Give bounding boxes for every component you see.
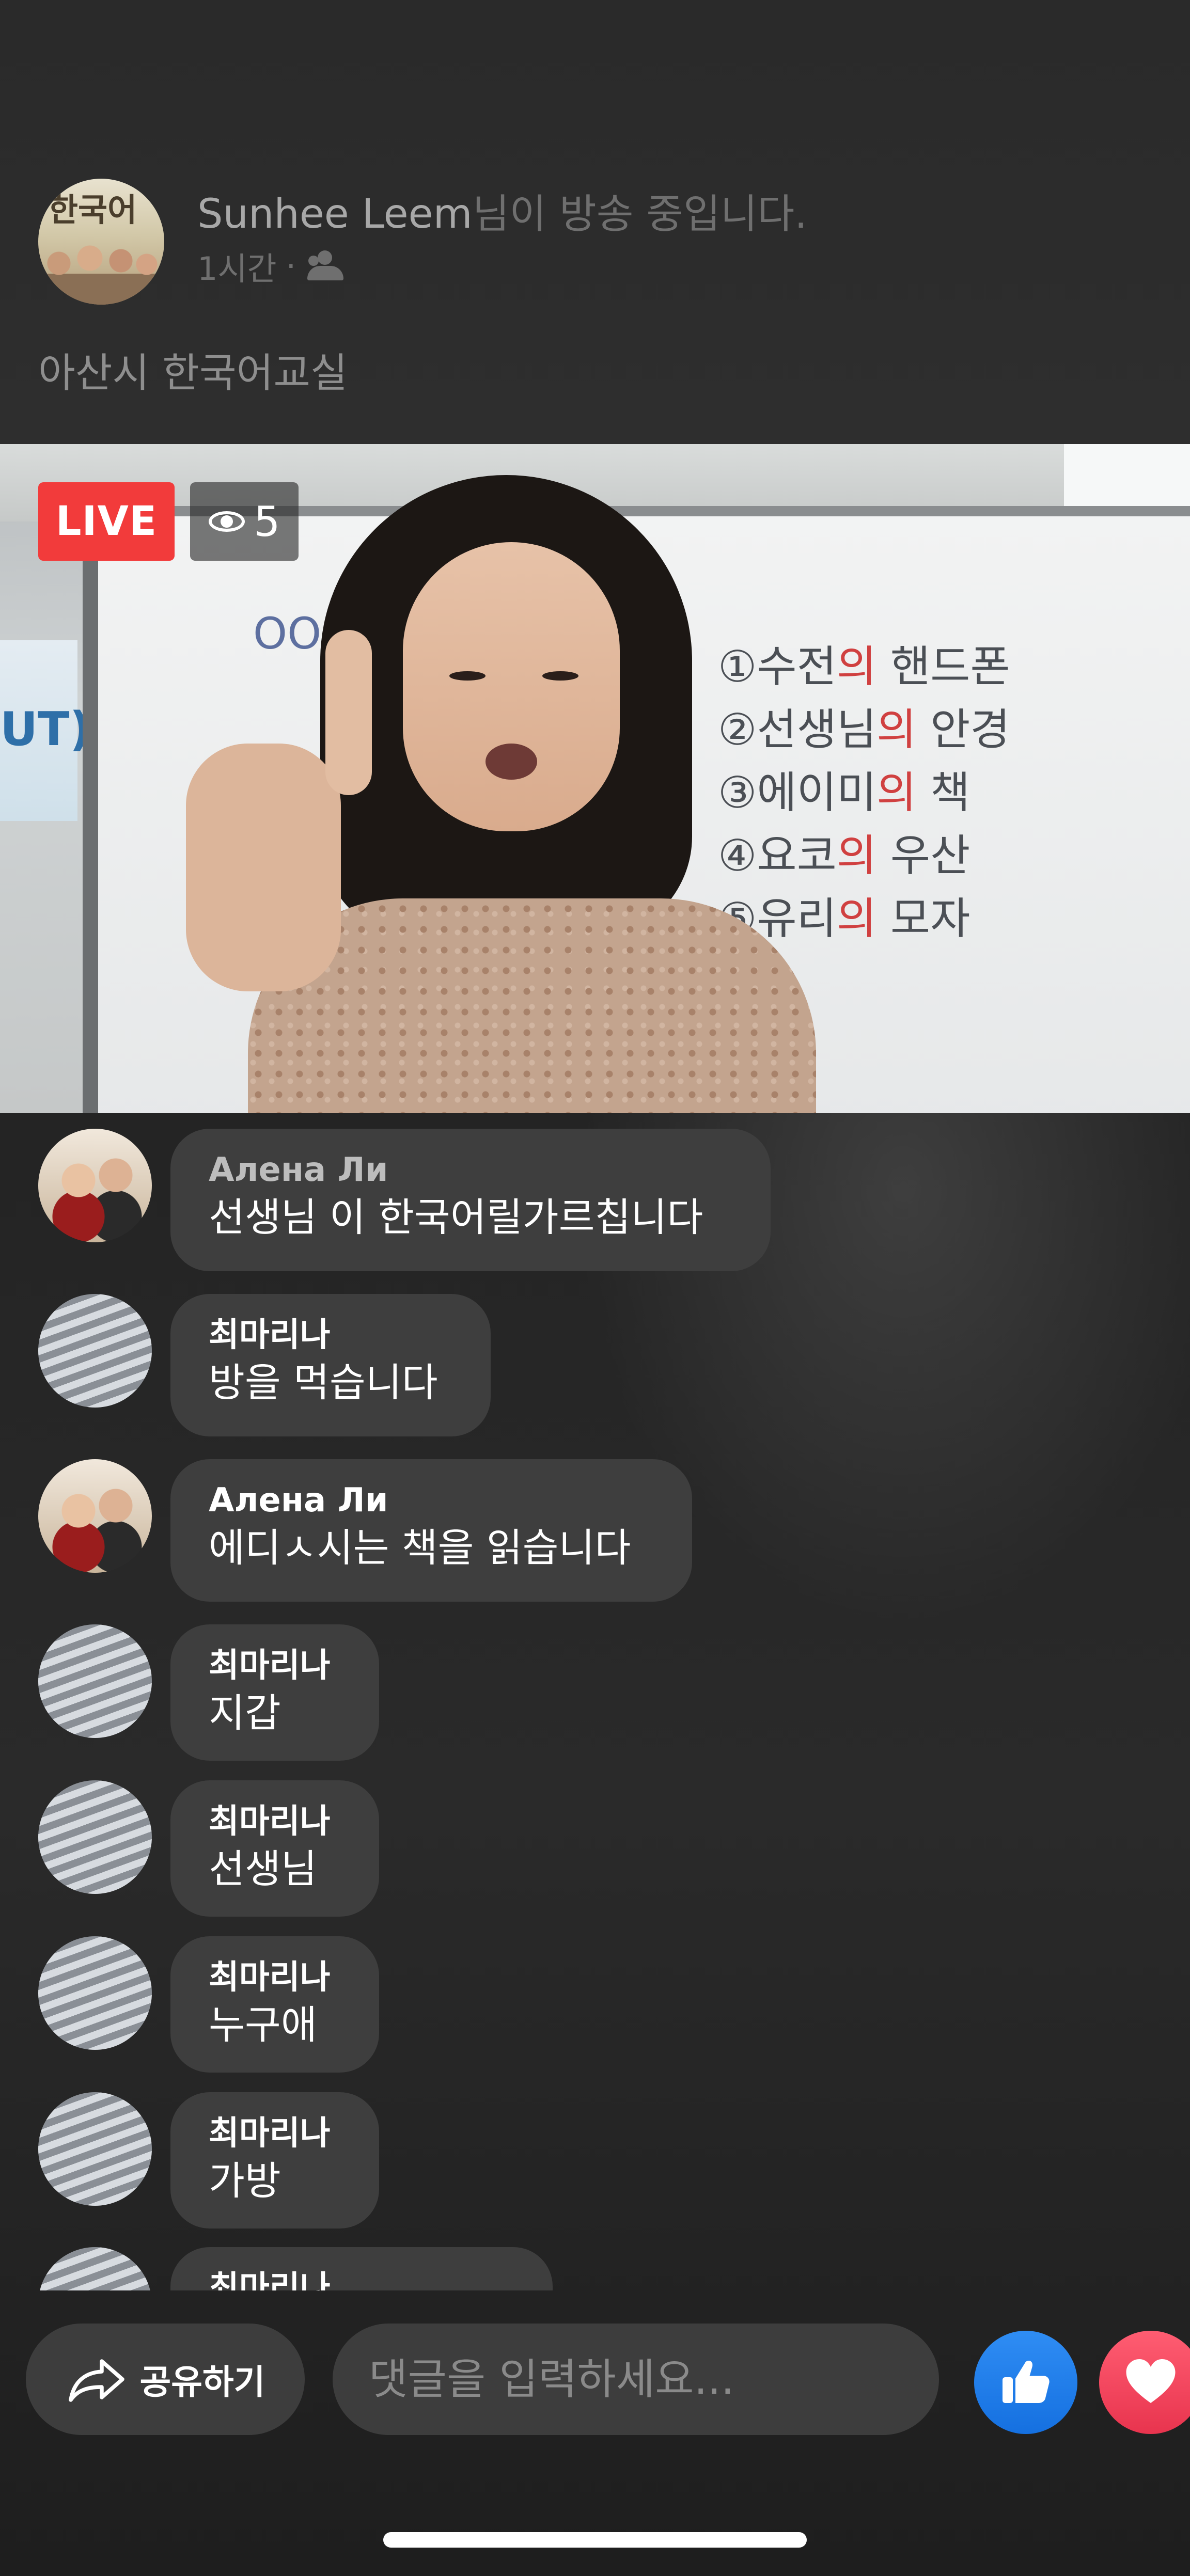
comment-text: 선생님 <box>209 1846 317 1892</box>
comment-text: 선생님 이 한국어릴가르칩니다 <box>209 1194 703 1240</box>
host-avatar[interactable]: 한국어 <box>38 179 164 305</box>
commenter-avatar[interactable] <box>38 1936 152 2050</box>
comment-bubble[interactable]: 최마리나 지갑 <box>170 1624 379 1761</box>
presenter-face <box>403 542 620 831</box>
post-text: 아산시 한국어교실 <box>38 350 348 397</box>
commenter-name[interactable]: 최마리나 <box>209 2112 341 2155</box>
live-video[interactable]: UT) OO의 ①수전의 핸드폰 ②선생님의 안경 ③에이미의 책 ④요코의 우… <box>0 444 1190 1113</box>
eye-icon <box>208 509 247 534</box>
home-indicator[interactable] <box>383 2532 807 2548</box>
commenter-avatar[interactable] <box>38 1780 152 1894</box>
comment-list[interactable]: Алена Ли 선생님 이 한국어릴가르칩니다 최마리나 방을 먹습니다 Ал… <box>0 1113 1190 2290</box>
presenter-eye <box>542 671 578 681</box>
presenter-finger <box>325 630 372 795</box>
comment-bubble[interactable]: Алена Ли 에디ㅅ시는 책을 읽습니다 <box>170 1459 692 1602</box>
commenter-name[interactable]: Алена Ли <box>209 1479 654 1522</box>
commenter-name[interactable]: Алена Ли <box>209 1148 732 1192</box>
commenter-name[interactable]: 최마리나 <box>209 1314 452 1357</box>
broadcast-status-text: 님이 방송 중입니다. <box>472 191 808 238</box>
comment-bubble[interactable]: 최마리나 <box>170 2247 553 2290</box>
host-name[interactable]: Sunhee Leem <box>197 191 473 238</box>
comment-bubble[interactable]: 최마리나 선생님 <box>170 1780 379 1917</box>
commenter-name[interactable]: 최마리나 <box>209 1800 341 1843</box>
love-circle <box>1099 2331 1190 2434</box>
post-meta: 1시간 · <box>197 243 345 289</box>
comment-text: 지갑 <box>209 1690 281 1736</box>
commenter-avatar[interactable] <box>38 1624 152 1738</box>
commenter-avatar[interactable] <box>38 2247 152 2290</box>
time-ago: 1시간 <box>197 250 277 288</box>
comment-bubble[interactable]: 최마리나 가방 <box>170 2092 379 2229</box>
share-label: 공유하기 <box>139 2362 265 2402</box>
viewer-count: 5 <box>254 497 280 546</box>
comment-bubble[interactable]: 최마리나 누구애 <box>170 1936 379 2073</box>
video-poster-text: UT) <box>0 702 91 756</box>
meta-separator: · <box>286 247 296 285</box>
comment-text: 누구애 <box>209 2002 317 2048</box>
love-button[interactable] <box>1099 2331 1190 2434</box>
avatar-logo-text: 한국어 <box>49 191 137 229</box>
comment-bubble[interactable]: Алена Ли 선생님 이 한국어릴가르칩니다 <box>170 1129 771 1271</box>
presenter-hand <box>186 744 341 991</box>
comment-text: 가방 <box>209 2158 281 2204</box>
live-badge: LIVE <box>38 482 175 561</box>
thumbs-up-icon <box>1003 2361 1050 2403</box>
viewer-count-badge[interactable]: 5 <box>190 482 299 561</box>
video-presenter <box>186 475 868 1113</box>
commenter-name[interactable]: 최마리나 <box>209 2267 514 2290</box>
broadcast-title: Sunhee Leem님이 방송 중입니다. <box>197 182 807 240</box>
comment-input[interactable] <box>333 2324 939 2435</box>
heart-icon <box>1126 2359 1176 2403</box>
commenter-avatar[interactable] <box>38 1459 152 1573</box>
presenter-eye <box>449 671 486 681</box>
comment-bubble[interactable]: 최마리나 방을 먹습니다 <box>170 1294 491 1436</box>
share-button[interactable]: 공유하기 <box>26 2324 305 2435</box>
comment-text: 방을 먹습니다 <box>209 1360 438 1405</box>
share-arrow-icon <box>68 2359 124 2402</box>
friends-icon <box>305 250 345 281</box>
commenter-name[interactable]: 최마리나 <box>209 1956 341 1999</box>
commenter-avatar[interactable] <box>38 1129 152 1242</box>
presenter-mouth <box>486 744 537 780</box>
broadcast-header: 한국어 Sunhee Leem님이 방송 중입니다. 1시간 · 아산시 한국어… <box>0 0 1190 444</box>
comment-text: 에디ㅅ시는 책을 읽습니다 <box>209 1525 631 1571</box>
commenter-avatar[interactable] <box>38 2092 152 2206</box>
like-button[interactable] <box>974 2331 1077 2434</box>
commenter-name[interactable]: 최마리나 <box>209 1644 341 1687</box>
commenter-avatar[interactable] <box>38 1294 152 1408</box>
avatar-people-image <box>38 232 164 305</box>
